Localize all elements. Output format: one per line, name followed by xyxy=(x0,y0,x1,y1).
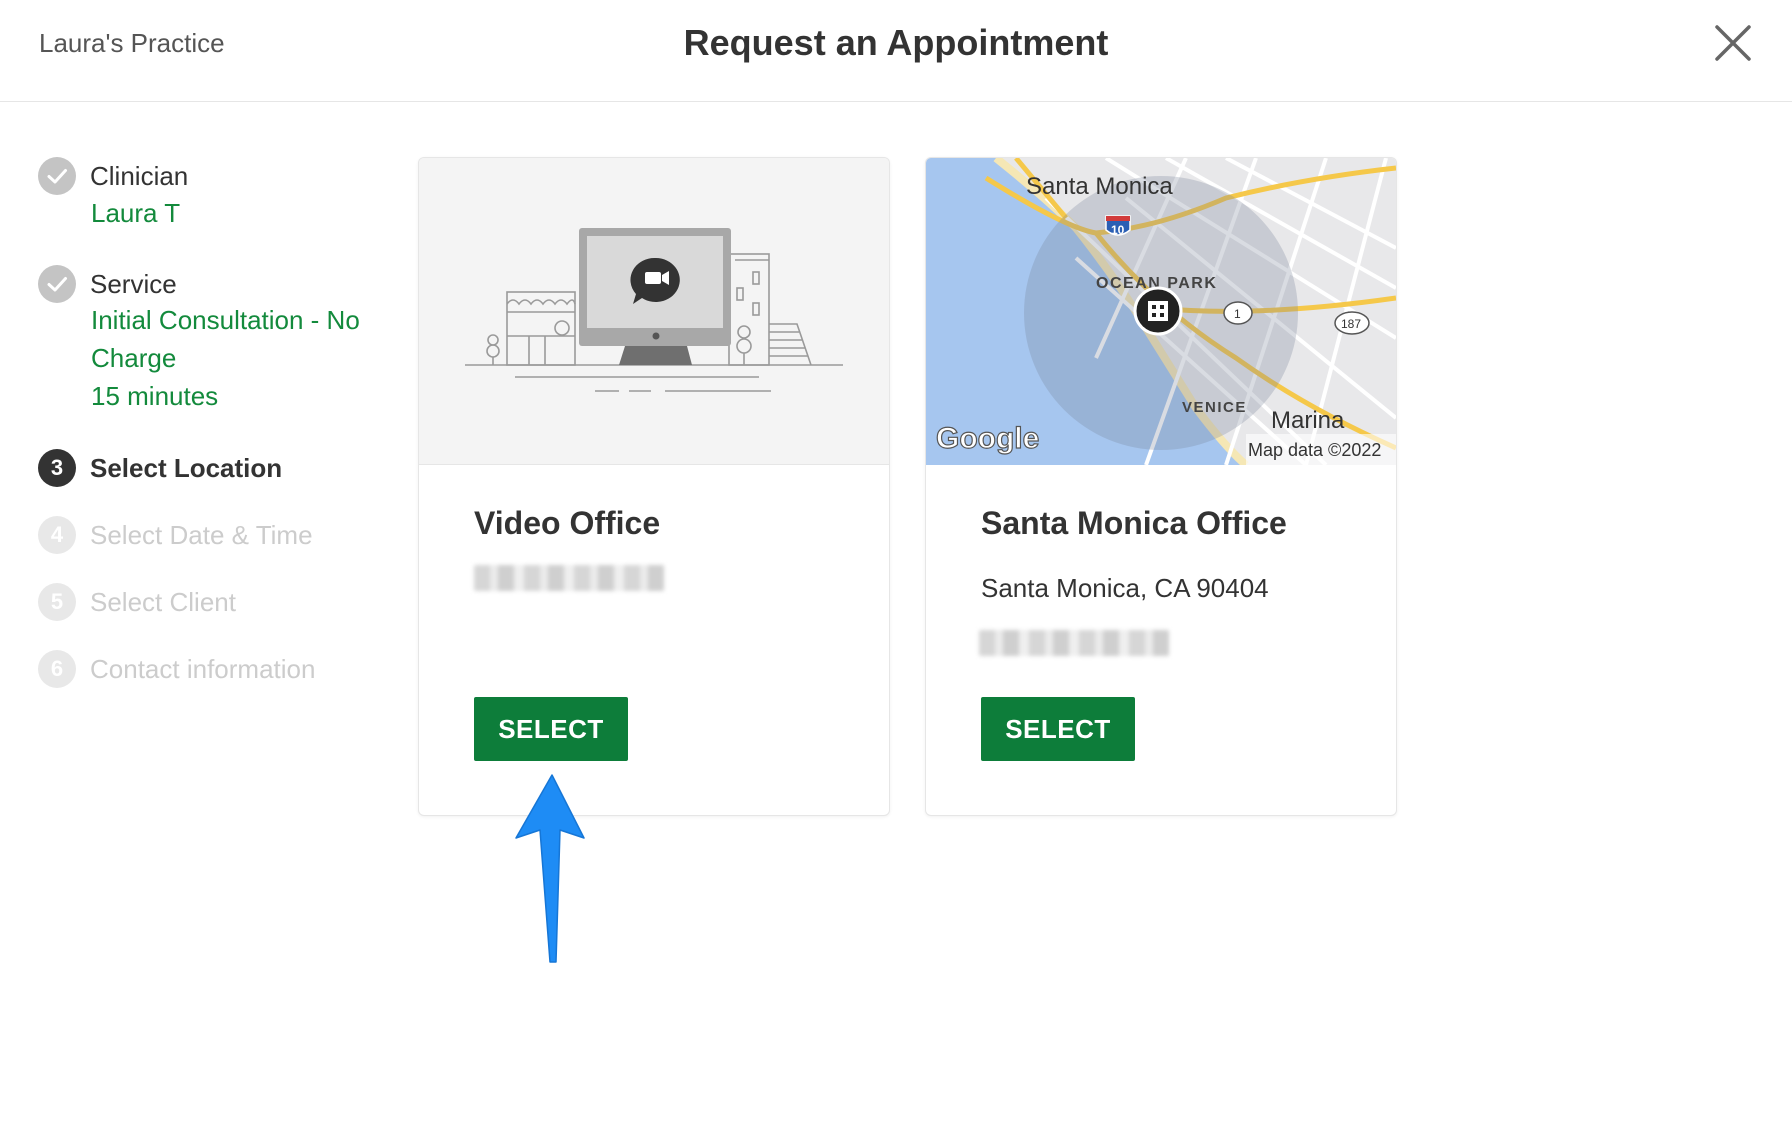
highway-shield-187-icon: 187 xyxy=(1334,311,1370,335)
step-value: Initial Consultation - No xyxy=(91,305,360,335)
location-address: Santa Monica, CA 90404 xyxy=(981,573,1269,603)
step-label: Clinician xyxy=(90,161,189,191)
annotation-arrow-icon xyxy=(515,774,585,963)
select-video-office-button[interactable]: SELECT xyxy=(474,697,628,761)
header: Laura's Practice Request an Appointment xyxy=(0,0,1792,102)
close-icon xyxy=(1715,25,1751,61)
location-name: Video Office xyxy=(474,505,661,541)
svg-text:187: 187 xyxy=(1341,317,1361,331)
map-label-venice: VENICE xyxy=(1182,399,1247,416)
video-monitor-icon xyxy=(465,228,843,392)
video-office-illustration xyxy=(419,158,889,465)
step-label: Service xyxy=(90,269,177,299)
svg-text:10: 10 xyxy=(1111,223,1125,237)
page-title: Request an Appointment xyxy=(683,22,1109,63)
step-label: Select Client xyxy=(90,587,236,617)
location-map[interactable]: Santa Monica OCEAN PARK VENICE Marina 10… xyxy=(926,158,1396,465)
map-label-marina: Marina xyxy=(1271,407,1345,434)
map-label-santa-monica: Santa Monica xyxy=(1026,173,1173,200)
step-label: Select Location xyxy=(90,453,283,483)
map-attribution: Map data ©2022 xyxy=(1248,440,1381,460)
svg-text:1: 1 xyxy=(1234,307,1241,321)
location-card-santa-monica-office: Santa Monica OCEAN PARK VENICE Marina 10… xyxy=(925,157,1397,816)
step-value: 15 minutes xyxy=(91,381,219,411)
step-value: Laura T xyxy=(91,198,181,228)
check-icon xyxy=(38,265,76,303)
map-image: Santa Monica OCEAN PARK VENICE Marina 10… xyxy=(926,158,1396,465)
redacted-phone xyxy=(979,630,1169,656)
step-number: 5 xyxy=(38,583,76,621)
select-santa-monica-office-button[interactable]: SELECT xyxy=(981,697,1135,761)
step-number: 4 xyxy=(38,516,76,554)
highway-shield-1-icon: 1 xyxy=(1223,301,1253,325)
step-label: Select Date & Time xyxy=(90,520,313,550)
location-card-video-office: Video Office SELECT xyxy=(418,157,890,816)
step-value: Charge xyxy=(91,343,177,373)
step-number: 3 xyxy=(38,449,76,487)
step-number: 6 xyxy=(38,650,76,688)
office-marker-icon xyxy=(1133,286,1183,336)
location-name: Santa Monica Office xyxy=(981,505,1287,541)
redacted-phone xyxy=(474,565,664,591)
step-label: Contact information xyxy=(90,654,316,684)
map-logo: Google xyxy=(936,422,1039,455)
check-icon xyxy=(38,157,76,195)
close-button[interactable] xyxy=(1710,20,1756,66)
